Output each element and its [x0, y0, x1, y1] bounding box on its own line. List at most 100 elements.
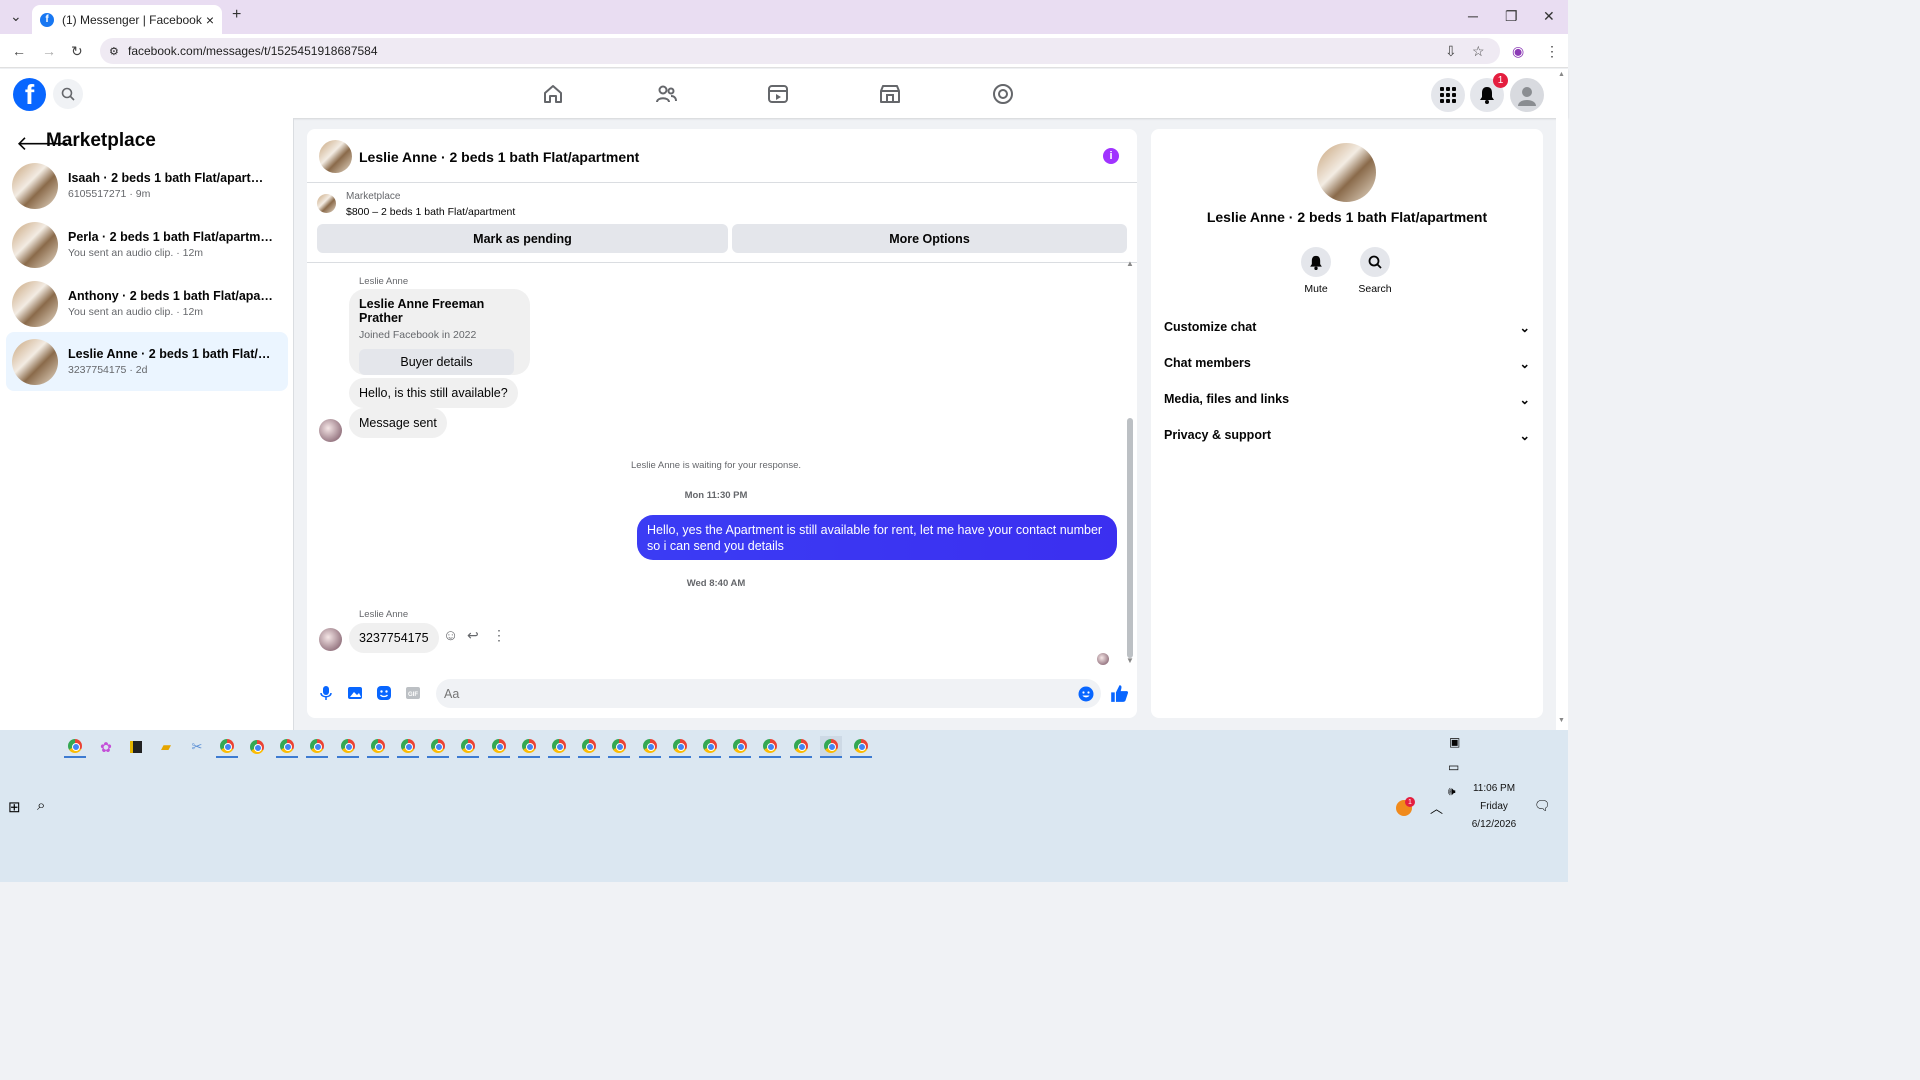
- chrome-taskbar-icon[interactable]: [669, 736, 691, 758]
- chrome-taskbar-icon[interactable]: [699, 736, 721, 758]
- message-bubble[interactable]: Hello, is this still available?: [349, 378, 518, 408]
- more-actions-icon[interactable]: ⋮: [492, 627, 506, 644]
- chat-title[interactable]: Leslie Anne · 2 beds 1 bath Flat/apartme…: [359, 149, 639, 165]
- conversation-item[interactable]: Anthony · 2 beds 1 bath Flat/apart... You…: [6, 274, 288, 333]
- more-options-button[interactable]: More Options: [732, 224, 1127, 253]
- site-info-icon[interactable]: ⚙: [109, 45, 119, 58]
- facebook-search-button[interactable]: [53, 79, 83, 109]
- taskbar-search-icon[interactable]: ⌕: [37, 797, 45, 814]
- windows-start-icon[interactable]: ⊞: [8, 798, 21, 816]
- volume-icon[interactable]: 🕪: [1448, 784, 1456, 799]
- chrome-taskbar-icon[interactable]: [488, 736, 510, 758]
- minimize-button[interactable]: ─: [1468, 8, 1478, 24]
- menu-grid-button[interactable]: [1431, 78, 1465, 112]
- chrome-taskbar-icon[interactable]: [790, 736, 812, 758]
- url-field[interactable]: ⚙ facebook.com/messages/t/15254519186875…: [100, 38, 1500, 64]
- customize-chat-section[interactable]: Customize chat ⌄: [1164, 320, 1530, 335]
- chrome-taskbar-icon[interactable]: [397, 736, 419, 758]
- gaming-icon[interactable]: [991, 82, 1015, 106]
- show-hidden-icons-icon[interactable]: ︿: [1430, 798, 1443, 817]
- chrome-taskbar-icon[interactable]: [276, 736, 298, 758]
- browser-tab[interactable]: f (1) Messenger | Facebook ×: [32, 5, 222, 34]
- my-message-bubble[interactable]: Hello, yes the Apartment is still availa…: [637, 515, 1117, 560]
- maximize-button[interactable]: ❐: [1505, 8, 1518, 25]
- scroll-down-icon[interactable]: ▼: [1126, 656, 1134, 665]
- account-avatar-button[interactable]: [1510, 78, 1544, 112]
- conversation-photo[interactable]: [1317, 143, 1376, 202]
- conversation-item[interactable]: Perla · 2 beds 1 bath Flat/apartment You …: [6, 215, 288, 274]
- chat-thumbnail[interactable]: [319, 140, 352, 173]
- network-icon[interactable]: ▭: [1448, 760, 1459, 774]
- install-app-icon[interactable]: ⇩: [1445, 43, 1457, 60]
- video-icon[interactable]: [766, 82, 790, 106]
- reload-icon[interactable]: ↻: [71, 43, 83, 60]
- message-bubble[interactable]: 3237754175: [349, 623, 439, 653]
- chrome-taskbar-icon[interactable]: [578, 736, 600, 758]
- chrome-taskbar-icon[interactable]: [729, 736, 751, 758]
- conversation-item[interactable]: Isaah · 2 beds 1 bath Flat/apartment 6105…: [6, 156, 288, 215]
- chrome-taskbar-icon[interactable]: [518, 736, 540, 758]
- tab-close-icon[interactable]: ×: [206, 12, 214, 28]
- conversation-item-active[interactable]: Leslie Anne · 2 beds 1 bath Flat/ap... 32…: [6, 332, 288, 391]
- chrome-taskbar-icon[interactable]: [608, 736, 630, 758]
- profile-icon[interactable]: ◉: [1512, 43, 1524, 60]
- chrome-taskbar-icon[interactable]: [457, 736, 479, 758]
- chrome-taskbar-icon[interactable]: [759, 736, 781, 758]
- home-icon[interactable]: [541, 82, 565, 106]
- react-emoji-icon[interactable]: ☺: [443, 627, 458, 644]
- chrome-taskbar-icon[interactable]: [427, 736, 449, 758]
- chrome-taskbar-icon[interactable]: [639, 736, 661, 758]
- privacy-support-section[interactable]: Privacy & support ⌄: [1164, 428, 1530, 443]
- scroll-up-icon[interactable]: ▲: [1558, 71, 1565, 78]
- scroll-up-icon[interactable]: ▲: [1126, 259, 1134, 268]
- tab-list-icon[interactable]: ⌄: [10, 8, 22, 25]
- emoji-icon[interactable]: [1078, 686, 1094, 702]
- media-files-section[interactable]: Media, files and links ⌄: [1164, 392, 1530, 407]
- marketplace-icon[interactable]: [878, 82, 902, 106]
- chrome-taskbar-icon[interactable]: [548, 736, 570, 758]
- file-explorer-icon[interactable]: ▰: [155, 736, 177, 758]
- buyer-details-button[interactable]: Buyer details: [359, 349, 514, 375]
- scrollbar-thumb[interactable]: [1127, 418, 1133, 658]
- facebook-logo[interactable]: f: [13, 78, 46, 111]
- chat-scrollbar[interactable]: ▲ ▼: [1125, 259, 1135, 668]
- photo-icon[interactable]: [347, 685, 363, 701]
- chrome-taskbar-icon[interactable]: [337, 736, 359, 758]
- bookmark-star-icon[interactable]: ☆: [1472, 43, 1485, 60]
- snipping-tool-icon[interactable]: ✂: [186, 736, 208, 758]
- like-icon[interactable]: [1110, 684, 1129, 703]
- page-scrollbar[interactable]: ▲ ▼: [1556, 69, 1568, 730]
- close-window-button[interactable]: ✕: [1543, 8, 1555, 25]
- chat-members-section[interactable]: Chat members ⌄: [1164, 356, 1530, 371]
- friends-icon[interactable]: [654, 82, 678, 106]
- scroll-down-icon[interactable]: ▼: [1558, 717, 1565, 724]
- info-icon[interactable]: i: [1103, 148, 1119, 164]
- message-input[interactable]: [436, 679, 1101, 708]
- browser-menu-icon[interactable]: ⋮: [1545, 43, 1559, 60]
- chrome-taskbar-icon[interactable]: [850, 736, 872, 758]
- listing-price[interactable]: $800 – 2 beds 1 bath Flat/apartment: [346, 206, 515, 218]
- mark-as-pending-button[interactable]: Mark as pending: [317, 224, 728, 253]
- copilot-taskbar-icon[interactable]: ✿: [95, 736, 117, 758]
- microphone-icon[interactable]: [318, 685, 334, 701]
- chrome-taskbar-icon[interactable]: [306, 736, 328, 758]
- reply-icon[interactable]: ↩: [467, 627, 479, 644]
- chrome-taskbar-icon[interactable]: [367, 736, 389, 758]
- back-icon[interactable]: ←: [12, 43, 26, 59]
- chrome-taskbar-icon[interactable]: [64, 736, 86, 758]
- chrome-taskbar-icon[interactable]: [216, 736, 238, 758]
- sticker-icon[interactable]: [376, 685, 392, 701]
- chrome-taskbar-icon[interactable]: [246, 736, 268, 758]
- message-bubble[interactable]: Message sent: [349, 408, 447, 438]
- mute-button[interactable]: Mute: [1286, 247, 1346, 295]
- notification-center-icon[interactable]: 🗨: [1534, 798, 1551, 814]
- sender-avatar[interactable]: [319, 628, 342, 651]
- forward-icon[interactable]: →: [42, 43, 56, 59]
- app-taskbar-icon[interactable]: [125, 736, 147, 758]
- device-icon[interactable]: ▣: [1449, 735, 1460, 749]
- chrome-taskbar-icon-active[interactable]: [820, 736, 842, 758]
- gif-icon[interactable]: GIF: [405, 685, 421, 701]
- sender-avatar[interactable]: [319, 419, 342, 442]
- search-conversation-button[interactable]: Search: [1345, 247, 1405, 295]
- taskbar-clock[interactable]: 11:06 PM Friday 6/12/2026: [1460, 780, 1528, 834]
